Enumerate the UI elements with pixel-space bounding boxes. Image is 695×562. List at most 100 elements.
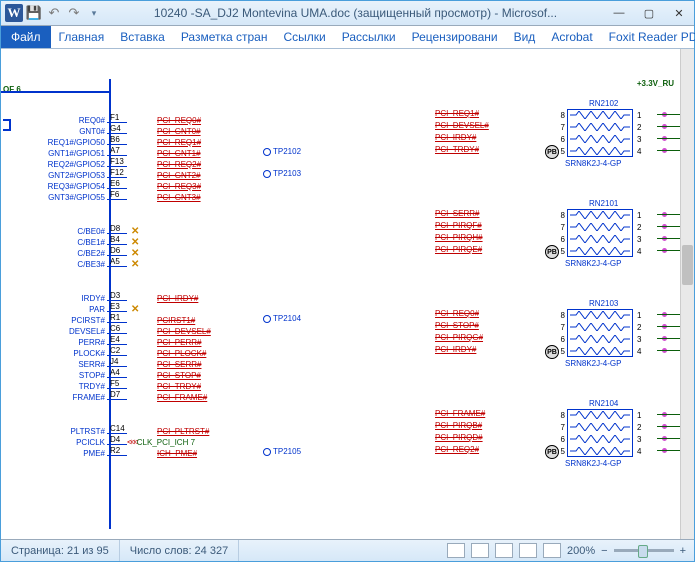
tab-insert[interactable]: Вставка (112, 26, 173, 48)
save-icon[interactable]: 💾 (25, 4, 43, 22)
pin-number-left: 6 (541, 435, 567, 444)
pin-number: J4 (107, 357, 127, 367)
pin-number-left: 6 (541, 335, 567, 344)
pin-number: D3 (107, 291, 127, 301)
zoom-slider[interactable] (614, 549, 674, 552)
pin-row: GNT3#/GPIO55F6PCI_GNT3# (1, 191, 201, 203)
pin-label: FRAME# (1, 393, 107, 402)
pin-label: DEVSEL# (1, 327, 107, 336)
wire (657, 150, 680, 151)
pin-label: GNT1#/GPIO51 (1, 149, 107, 158)
pin-number-right: 1 (633, 311, 657, 320)
pin-number-right: 2 (633, 423, 657, 432)
word-icon: W (5, 4, 23, 22)
pin-label: REQ3#/GPIO54 (1, 182, 107, 191)
part-number-label: SRN8K2J-4-GP (565, 459, 621, 468)
tab-review[interactable]: Рецензировани (404, 26, 506, 48)
resistor-row: 63 (541, 333, 663, 345)
net-label: PCI_REQ2# (127, 160, 201, 169)
pin-number: G4 (107, 124, 127, 134)
refdes-label: RN2103 (589, 299, 618, 308)
resistor-network: RN210181PCI_SERR#72PCI_PIRQF#63PCI_PIRQH… (541, 209, 663, 257)
vertical-scrollbar[interactable] (680, 49, 694, 539)
net-label: PCI_PIRQH# (435, 233, 483, 242)
net-label: PCI_DEVSEL# (127, 327, 211, 336)
pin-number: R1 (107, 313, 127, 323)
no-connect-icon: ✕ (127, 304, 139, 315)
pin-number: D7 (107, 390, 127, 400)
pin-number-right: 2 (633, 123, 657, 132)
test-point-label: TP2103 (273, 169, 301, 178)
wire (657, 250, 680, 251)
test-point: TP2102 (263, 147, 301, 156)
tab-view[interactable]: Вид (506, 26, 544, 48)
document-viewport[interactable]: OF 6 +3.3V_RU REQ0#F1PCI_REQ0#GNT0#G4PCI… (1, 49, 680, 539)
tab-home[interactable]: Главная (51, 26, 113, 48)
pin-number: R2 (107, 446, 127, 456)
pin-label: TRDY# (1, 382, 107, 391)
resistor-row: 81 (541, 309, 663, 321)
scrollbar-thumb[interactable] (682, 245, 693, 285)
pin-label: REQ0# (1, 116, 107, 125)
view-print-layout-icon[interactable] (447, 543, 465, 558)
undo-icon[interactable]: ↶ (45, 4, 63, 22)
pin-number: F1 (107, 113, 127, 123)
tab-acrobat[interactable]: Acrobat (543, 26, 600, 48)
status-word-count[interactable]: Число слов: 24 327 (120, 540, 239, 561)
resistor-row: 81 (541, 409, 663, 421)
view-read-mode-icon[interactable] (471, 543, 489, 558)
tab-layout[interactable]: Разметка стран (173, 26, 276, 48)
title-bar: W 💾 ↶ ↷ ▾ 10240 -SA_DJ2 Montevina UMA.do… (1, 1, 694, 26)
resistor-row: 72 (541, 421, 663, 433)
pin-number-left: 7 (541, 223, 567, 232)
window-controls: — ▢ ✕ (604, 2, 694, 24)
pin-label: PCICLK (1, 438, 107, 447)
view-web-layout-icon[interactable] (495, 543, 513, 558)
tab-mailings[interactable]: Рассылки (334, 26, 404, 48)
status-page[interactable]: Страница: 21 из 95 (1, 540, 120, 561)
pin-row: C/BE3#A5✕ (1, 258, 139, 270)
pin-label: C/BE0# (1, 227, 107, 236)
qat-dropdown-icon[interactable]: ▾ (85, 4, 103, 22)
pin-label: C/BE1# (1, 238, 107, 247)
pin-label: PAR (1, 305, 107, 314)
view-draft-icon[interactable] (543, 543, 561, 558)
pin-label: PLTRST# (1, 427, 107, 436)
redo-icon[interactable]: ↷ (65, 4, 83, 22)
net-label: ICH_PME# (127, 449, 197, 458)
resistor-row: 63 (541, 233, 663, 245)
net-label: PCI_PIRQD# (435, 433, 483, 442)
resistor-row: 81 (541, 209, 663, 221)
file-tab[interactable]: Файл (1, 26, 51, 48)
net-label: PCI_PIRQB# (435, 421, 482, 430)
net-label: PCI_SERR# (435, 209, 479, 218)
net-label: PCI_PIRQG# (435, 333, 483, 342)
tab-foxit[interactable]: Foxit Reader PDF (601, 26, 695, 48)
pin-label: REQ1#/GPIO50 (1, 138, 107, 147)
zoom-in-button[interactable]: + (680, 545, 686, 557)
maximize-button[interactable]: ▢ (634, 2, 664, 24)
net-label: PCI_SERR# (127, 360, 201, 369)
resistor-row: 54 (541, 245, 663, 257)
refdes-label: RN2101 (589, 199, 618, 208)
pin-number: B4 (107, 235, 127, 245)
net-label: PCI_PLOCK# (127, 349, 206, 358)
zoom-level[interactable]: 200% (567, 545, 595, 557)
pin-number-right: 1 (633, 411, 657, 420)
pin-number: E4 (107, 335, 127, 345)
minimize-button[interactable]: — (604, 2, 634, 24)
pin-number-right: 1 (633, 111, 657, 120)
close-button[interactable]: ✕ (664, 2, 694, 24)
pin-label: SERR# (1, 360, 107, 369)
pin-row: FRAME#D7PCI_FRAME# (1, 391, 207, 403)
pcb-badge-icon: PB (545, 145, 559, 159)
wire (657, 138, 680, 139)
pin-number-left: 7 (541, 123, 567, 132)
pin-number: C6 (107, 324, 127, 334)
view-outline-icon[interactable] (519, 543, 537, 558)
zoom-out-button[interactable]: − (601, 545, 607, 557)
wire (657, 450, 680, 451)
pin-label: IRDY# (1, 294, 107, 303)
tab-references[interactable]: Ссылки (275, 26, 333, 48)
wire (657, 326, 680, 327)
